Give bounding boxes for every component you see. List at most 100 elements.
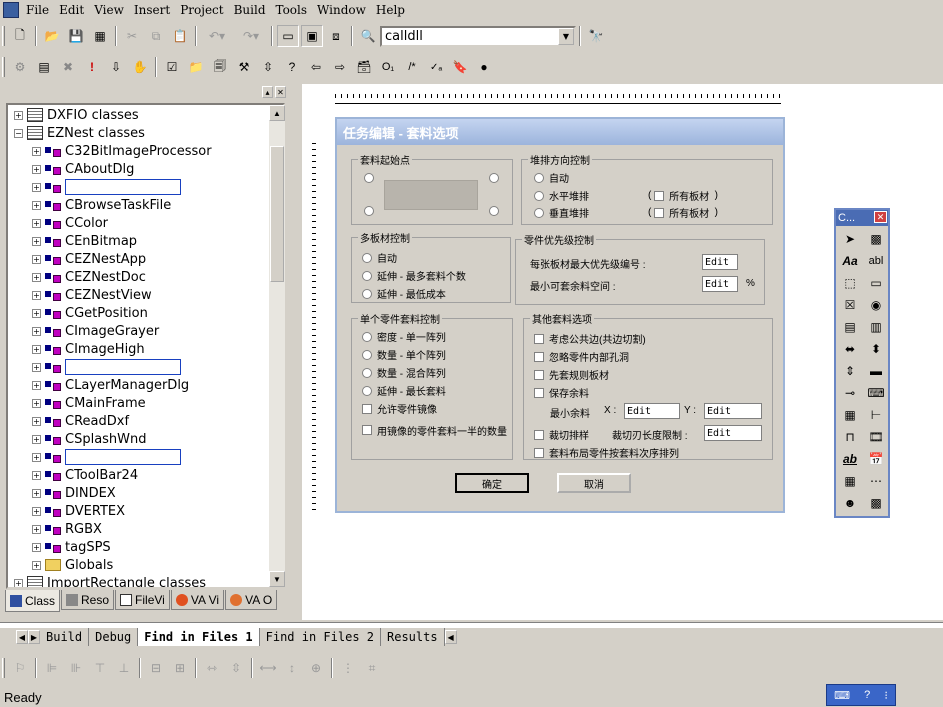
expand-icon[interactable]: + — [32, 398, 41, 408]
tree-item[interactable]: + CBrowseTaskFile — [32, 196, 171, 214]
toolbar-grip[interactable] — [2, 57, 5, 77]
ignore-holes-check[interactable]: 忽略零件内部孔洞 — [534, 349, 629, 364]
dir-auto-radio[interactable]: 自动 — [534, 170, 569, 185]
remnant-x-field[interactable]: Edit — [624, 403, 680, 419]
cancel-button[interactable]: 取消 — [557, 473, 631, 493]
expand-icon[interactable]: + — [32, 560, 41, 570]
tree-item[interactable]: + CImageHigh — [32, 340, 145, 358]
expand-icon[interactable]: + — [32, 182, 41, 192]
remnant-y-field[interactable]: Edit — [704, 403, 762, 419]
language-bar[interactable]: ⌨ ? ⁝ — [826, 684, 896, 706]
space-across-icon[interactable]: ⇿ — [201, 657, 223, 679]
multi-cost-radio[interactable]: 延伸 - 最低成本 — [362, 286, 446, 301]
tree-item[interactable]: + CLayerManagerDlg — [32, 376, 189, 394]
single-mixed-radio[interactable]: 数量 - 混合阵列 — [362, 365, 446, 380]
tree-item[interactable]: + CImageGrayer — [32, 322, 159, 340]
menu-edit[interactable]: Edit — [54, 3, 89, 17]
undo-icon[interactable]: ↶▾ — [201, 25, 233, 47]
dialog-title[interactable]: 任务编辑 - 套料选项 — [337, 119, 783, 145]
start-top-right-radio[interactable] — [489, 173, 499, 183]
controls-palette[interactable]: C... ✕ ➤ ▩ Aa abl ⬚ ▭ ☒ ◉ ▤ ▥ ⬌ ⬍ ⇕ ▬ ⊸ … — [834, 208, 890, 518]
tab-scroll-left-icon[interactable]: ◀ — [16, 630, 28, 644]
min-remnant-field[interactable]: Edit — [702, 276, 738, 292]
order-layout-check[interactable]: 套料布局零件按套料次序排列 — [534, 445, 679, 460]
expand-icon[interactable]: + — [32, 236, 41, 246]
toolbar-grip[interactable] — [2, 658, 5, 678]
picture-icon[interactable]: ▩ — [864, 228, 888, 250]
same-height-icon[interactable]: ↕ — [281, 657, 303, 679]
new-file-icon[interactable]: 🗋 — [9, 25, 31, 47]
windows-list-icon[interactable]: ⧈ — [325, 25, 347, 47]
forward-arrow-icon[interactable]: ⇨ — [329, 56, 351, 78]
app-icon[interactable] — [3, 2, 19, 18]
refactor-icon[interactable]: ⚒ — [233, 56, 255, 78]
space-down-icon[interactable]: ⇳ — [225, 657, 247, 679]
single-qty-radio[interactable]: 数量 - 单个阵列 — [362, 347, 446, 362]
expand-icon[interactable]: + — [32, 416, 41, 426]
same-size-icon[interactable]: ⊕ — [305, 657, 327, 679]
mirror-half-check[interactable]: 用镜像的零件套料一半的数量 — [362, 423, 510, 438]
expand-icon[interactable]: + — [32, 146, 41, 156]
tab-find-in-files-1[interactable]: Find in Files 1 — [138, 628, 260, 646]
tree-item[interactable]: + Globals — [32, 556, 113, 574]
radio-button-icon[interactable]: ◉ — [864, 294, 888, 316]
slider-icon[interactable]: ⊸ — [838, 382, 862, 404]
single-density-radio[interactable]: 密度 - 单一阵列 — [362, 329, 446, 344]
test-dialog-icon[interactable]: ⚐ — [9, 657, 31, 679]
start-bottom-right-radio[interactable] — [489, 206, 499, 216]
find-in-files-icon[interactable]: 🔍 — [357, 25, 379, 47]
tree-item[interactable]: + CColor — [32, 214, 108, 232]
dir-vertical-radio[interactable]: 垂直堆排 — [534, 205, 589, 220]
help-icon[interactable]: ? — [864, 689, 870, 701]
tree-item[interactable]: + CReadDxf — [32, 412, 129, 430]
options-chevron-icon[interactable]: ⁝ — [884, 689, 888, 702]
tab-class-view[interactable]: Class — [5, 590, 61, 612]
v-scrollbar-icon[interactable]: ⬍ — [864, 338, 888, 360]
save-remnant-check[interactable]: 保存余料 — [534, 385, 589, 400]
go-icon[interactable]: ⇩ — [105, 56, 127, 78]
tab-results[interactable]: Results — [381, 628, 445, 646]
center-vertical-icon[interactable]: ⊟ — [145, 657, 167, 679]
tab-find-in-files-2[interactable]: Find in Files 2 — [260, 628, 381, 646]
symbol-icon[interactable]: O₁ — [377, 56, 399, 78]
tab-file-view[interactable]: FileVi — [115, 590, 170, 610]
rename-edit-box[interactable] — [65, 359, 181, 375]
menu-insert[interactable]: Insert — [129, 3, 175, 17]
ruler-guides-icon[interactable]: ⌗ — [361, 657, 383, 679]
redo-icon[interactable]: ↷▾ — [235, 25, 267, 47]
expand-icon[interactable]: + — [14, 578, 23, 587]
tab-resource-view[interactable]: Reso — [61, 590, 115, 610]
collapse-icon[interactable]: − — [14, 128, 23, 138]
date-picker-icon[interactable]: 📅 — [864, 448, 888, 470]
dir-h-all-sheets-check[interactable]: ( 所有板材 ) — [648, 188, 718, 203]
center-horizontal-icon[interactable]: ⊞ — [169, 657, 191, 679]
hotkey-icon[interactable]: ⌨ — [864, 382, 888, 404]
align-bottom-icon[interactable]: ⊥ — [113, 657, 135, 679]
expand-icon[interactable]: + — [32, 470, 41, 480]
expand-icon[interactable]: + — [14, 110, 23, 120]
tree-item[interactable]: + — [32, 448, 181, 466]
output-window-icon[interactable]: ▣ — [301, 25, 323, 47]
palette-titlebar[interactable]: C... ✕ — [836, 210, 888, 226]
workspace-icon[interactable]: ▭ — [277, 25, 299, 47]
tree-item[interactable]: + — [32, 178, 181, 196]
expand-icon[interactable]: + — [32, 218, 41, 228]
tree-item[interactable]: + DXFIO classes — [14, 106, 139, 124]
h-scrollbar-icon[interactable]: ⬌ — [838, 338, 862, 360]
tree-item[interactable]: + DVERTEX — [32, 502, 125, 520]
menu-window[interactable]: Window — [312, 3, 371, 17]
execute-icon[interactable]: ! — [81, 56, 103, 78]
cut-length-field[interactable]: Edit — [704, 425, 762, 441]
tree-item[interactable]: + RGBX — [32, 520, 102, 538]
tab-scroll-right-icon[interactable]: ▶ — [28, 630, 40, 644]
file-list-icon[interactable]: 🗐 — [209, 56, 231, 78]
tree-control-icon[interactable]: ⊢ — [864, 404, 888, 426]
tree-item[interactable]: + — [32, 358, 181, 376]
ok-button[interactable]: 确定 — [455, 473, 529, 493]
copy-icon[interactable]: ⧉ — [145, 25, 167, 47]
tree-item[interactable]: + CMainFrame — [32, 394, 146, 412]
expand-icon[interactable]: + — [32, 362, 41, 372]
compile-icon[interactable]: ⚙ — [9, 56, 31, 78]
allow-mirror-check[interactable]: 允许零件镜像 — [362, 401, 437, 416]
tab-scroll-left-icon[interactable]: ◀ — [444, 630, 457, 644]
